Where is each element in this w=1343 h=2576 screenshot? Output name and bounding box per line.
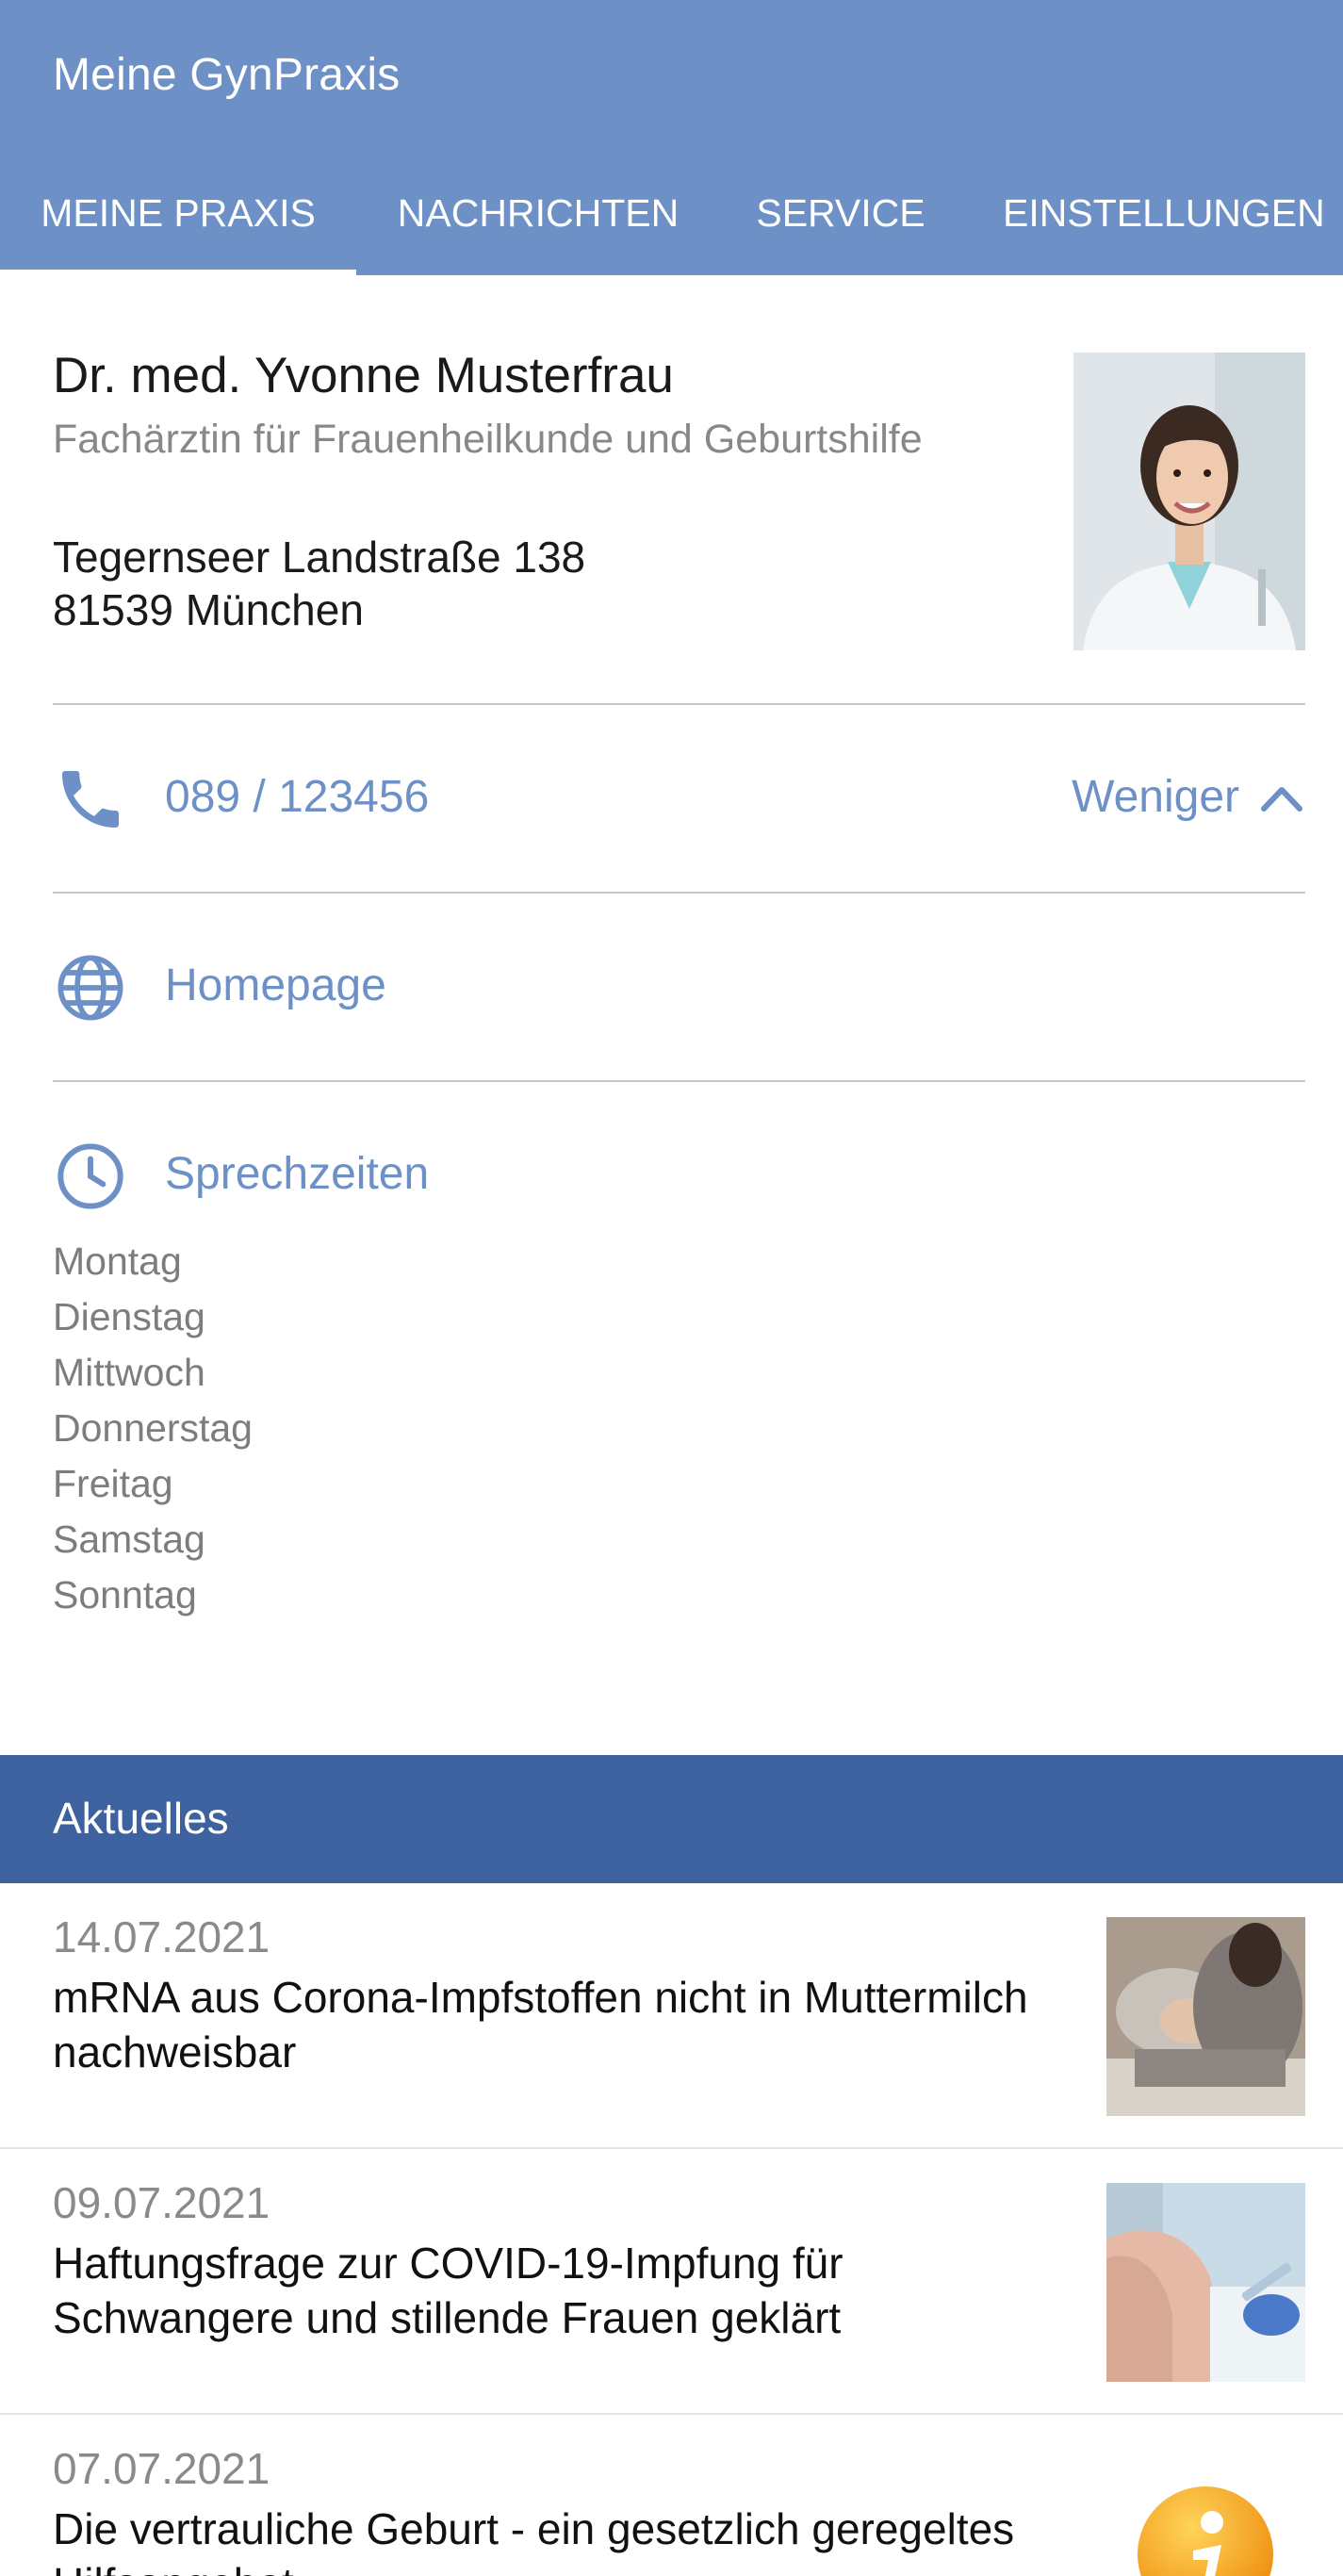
phone-icon [53, 762, 128, 837]
news-section-title: Aktuelles [53, 1794, 229, 1843]
info-icon [1106, 2449, 1305, 2576]
address-city: 81539 München [53, 585, 364, 634]
doctor-specialty: Fachärztin für Frauenheilkunde und Gebur… [53, 417, 923, 462]
phone-number-link[interactable]: 089 / 123456 [165, 771, 429, 823]
tab-service[interactable]: SERVICE [720, 170, 961, 275]
news-item[interactable]: 14.07.2021 mRNA aus Corona-Impfstoffen n… [0, 1883, 1343, 2149]
weekday-label: Mittwoch [53, 1351, 205, 1394]
news-item[interactable]: 07.07.2021 Die vertrauliche Geburt - ein… [0, 2415, 1343, 2576]
doctor-name: Dr. med. Yvonne Musterfrau [53, 348, 674, 403]
news-thumbnail [1106, 1917, 1305, 2116]
news-title: Haftungsfrage zur COVID-19-Impfung für S… [53, 2239, 843, 2342]
weekday-label: Dienstag [53, 1295, 205, 1338]
weekday-label: Donnerstag [53, 1406, 253, 1450]
news-date: 07.07.2021 [53, 2444, 270, 2493]
clock-icon [53, 1139, 128, 1214]
opening-hours-list: Montag Dienstag Mittwoch Donnerstag Frei… [53, 1237, 253, 1626]
doctor-photo [1073, 353, 1305, 650]
toggle-label: Weniger [1072, 772, 1239, 822]
news-item[interactable]: 09.07.2021 Haftungsfrage zur COVID-19-Im… [0, 2149, 1343, 2415]
divider [53, 892, 1305, 894]
app-title: Meine GynPraxis [53, 50, 401, 100]
address-street: Tegernseer Landstraße 138 [53, 533, 586, 582]
opening-hours-heading: Sprechzeiten [165, 1149, 430, 1199]
news-title: mRNA aus Corona-Impfstoffen nicht in Mut… [53, 1973, 1028, 2076]
weekday-label: Freitag [53, 1462, 173, 1505]
weekday-label: Montag [53, 1239, 182, 1283]
news-date: 09.07.2021 [53, 2178, 270, 2227]
toggle-less-button[interactable]: Weniger [1072, 771, 1305, 823]
news-section-header: Aktuelles [0, 1755, 1343, 1883]
weekday-label: Sonntag [53, 1573, 197, 1616]
divider [53, 703, 1305, 705]
tab-einstellungen[interactable]: EINSTELLUNGEN [961, 170, 1343, 275]
globe-icon [53, 950, 128, 1025]
tab-bar: MEINE PRAXIS NACHRICHTEN SERVICE EINSTEL… [0, 170, 1343, 275]
news-title: Die vertrauliche Geburt - ein gesetzlich… [53, 2504, 1015, 2576]
news-thumbnail [1106, 2183, 1305, 2382]
chevron-up-icon [1261, 786, 1302, 812]
tab-meine-praxis[interactable]: MEINE PRAXIS [0, 170, 356, 275]
news-date: 14.07.2021 [53, 1912, 270, 1961]
weekday-label: Samstag [53, 1518, 205, 1561]
app-bar: Meine GynPraxis MEINE PRAXIS NACHRICHTEN… [0, 0, 1343, 275]
divider [53, 1080, 1305, 1082]
tab-nachrichten[interactable]: NACHRICHTEN [356, 170, 720, 275]
homepage-link[interactable]: Homepage [165, 960, 386, 1011]
